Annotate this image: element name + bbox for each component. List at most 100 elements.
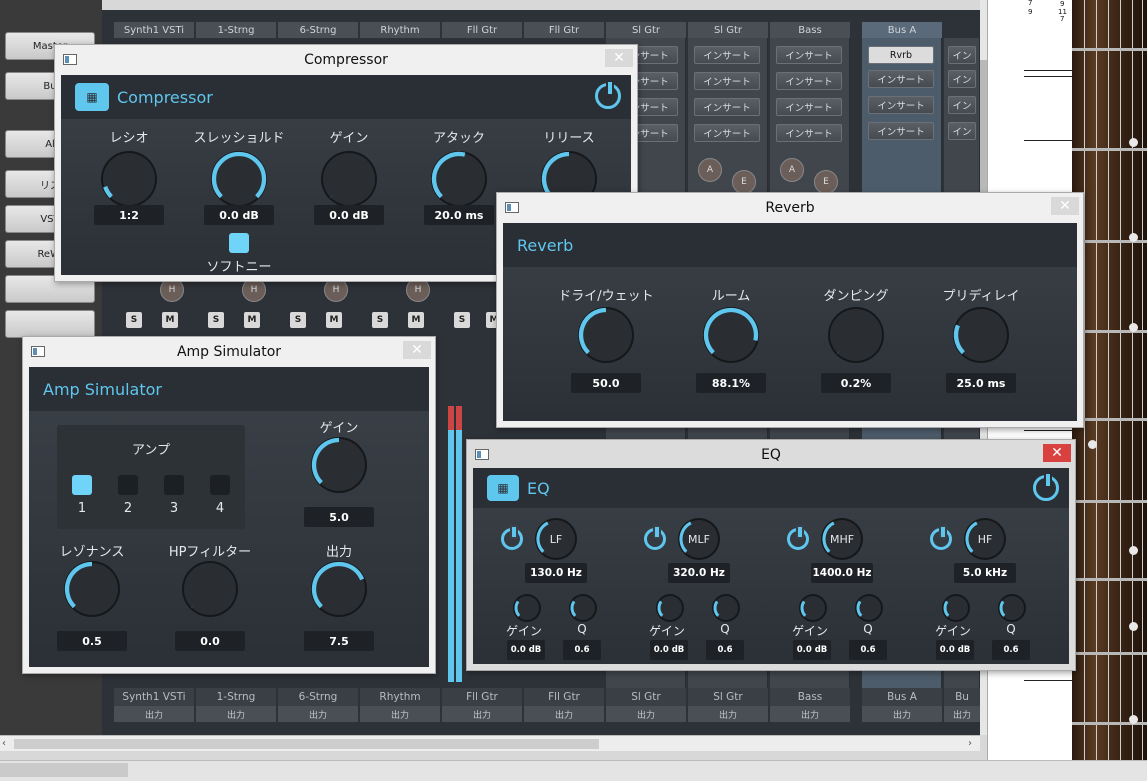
insert-slot[interactable]: イン: [948, 96, 976, 114]
send-a-button[interactable]: A: [780, 158, 804, 182]
horizontal-scrollbar[interactable]: ‹ ›: [0, 735, 980, 751]
insert-slot[interactable]: インサート: [868, 70, 934, 88]
channel-name[interactable]: 1-Strng: [196, 22, 276, 38]
mute-button[interactable]: M: [244, 312, 260, 328]
send-e-button[interactable]: E: [732, 170, 756, 194]
amp-button-2[interactable]: [118, 475, 138, 495]
knob-value: 88.1%: [696, 373, 766, 393]
band-q-knob[interactable]: [999, 596, 1024, 620]
close-icon[interactable]: ✕: [1051, 197, 1079, 215]
output-label[interactable]: 出力: [114, 706, 194, 722]
band-freq-knob[interactable]: HF: [965, 520, 1004, 558]
window-title[interactable]: Amp Simulator: [23, 337, 435, 367]
amp-button-1[interactable]: [72, 475, 92, 495]
band-power-icon[interactable]: [787, 525, 809, 550]
insert-slot[interactable]: インサート: [694, 124, 760, 142]
channel-name[interactable]: Sl Gtr: [606, 22, 686, 38]
insert-slot[interactable]: イン: [948, 122, 976, 140]
band-freq-knob[interactable]: MHF: [822, 520, 861, 558]
insert-slot[interactable]: インサート: [776, 46, 842, 64]
gain-knob[interactable]: [311, 437, 365, 491]
mute-button[interactable]: M: [162, 312, 178, 328]
power-icon[interactable]: [595, 80, 621, 109]
output-label[interactable]: 出力: [196, 706, 276, 722]
solo-button[interactable]: S: [372, 312, 388, 328]
insert-slot[interactable]: インサート: [694, 46, 760, 64]
send-a-button[interactable]: A: [698, 158, 722, 182]
sidebar-item-blank-2[interactable]: [5, 310, 95, 338]
close-icon[interactable]: ✕: [1043, 444, 1071, 462]
amp-knob[interactable]: [64, 561, 118, 615]
window-title[interactable]: Reverb: [497, 193, 1083, 223]
window-title[interactable]: EQ: [467, 440, 1075, 470]
channel-name[interactable]: Fll Gtr: [442, 22, 522, 38]
output-label[interactable]: 出力: [688, 706, 768, 722]
channel-name[interactable]: 6-Strng: [278, 22, 358, 38]
reverb-knob[interactable]: [953, 309, 1007, 361]
channel-name[interactable]: Bass: [770, 22, 850, 38]
band-power-icon[interactable]: [501, 525, 523, 550]
scroll-right-icon[interactable]: ›: [968, 738, 972, 749]
insert-slot[interactable]: インサート: [868, 122, 934, 140]
mute-button[interactable]: M: [326, 312, 342, 328]
solo-button[interactable]: S: [290, 312, 306, 328]
softknee-toggle[interactable]: [229, 233, 249, 253]
band-freq-knob[interactable]: LF: [536, 520, 575, 558]
insert-slot[interactable]: インサート: [776, 98, 842, 116]
output-label[interactable]: 出力: [360, 706, 440, 722]
reverb-knob[interactable]: [703, 307, 759, 361]
scroll-left-icon[interactable]: ‹: [2, 738, 6, 749]
band-gain-knob[interactable]: [514, 596, 539, 620]
amp-knob[interactable]: [184, 563, 236, 615]
solo-button[interactable]: S: [454, 312, 470, 328]
insert-slot[interactable]: イン: [948, 70, 976, 88]
channel-name[interactable]: Sl Gtr: [688, 22, 768, 38]
compressor-knob[interactable]: [103, 153, 155, 205]
output-label[interactable]: 出力: [606, 706, 686, 722]
insert-slot[interactable]: インサート: [776, 72, 842, 90]
channel-name[interactable]: Synth1 VSTi: [114, 22, 194, 38]
bus-insert-rvrb[interactable]: Rvrb: [868, 46, 934, 64]
output-label[interactable]: 出力: [862, 706, 942, 722]
solo-button[interactable]: S: [126, 312, 142, 328]
insert-slot[interactable]: インサート: [694, 72, 760, 90]
band-power-icon[interactable]: [930, 525, 952, 550]
mute-button[interactable]: M: [408, 312, 424, 328]
band-gain-knob[interactable]: [800, 596, 825, 620]
output-label[interactable]: 出力: [278, 706, 358, 722]
channel-footer: 1-Strng: [196, 688, 276, 706]
bus-name[interactable]: Bus A: [862, 22, 942, 38]
insert-slot[interactable]: インサート: [776, 124, 842, 142]
output-label[interactable]: 出力: [442, 706, 522, 722]
reverb-knob[interactable]: [830, 309, 882, 361]
send-e-button[interactable]: E: [814, 170, 838, 194]
close-icon[interactable]: ✕: [403, 341, 431, 359]
channel-name[interactable]: Rhythm: [360, 22, 440, 38]
close-icon[interactable]: ✕: [605, 49, 633, 67]
band-q-knob[interactable]: [713, 596, 738, 620]
reverb-knob[interactable]: [578, 307, 632, 361]
band-q-knob[interactable]: [570, 596, 595, 620]
amp-button-4[interactable]: [210, 475, 230, 495]
band-freq-knob[interactable]: MLF: [679, 520, 718, 558]
insert-slot[interactable]: インサート: [694, 98, 760, 116]
compressor-knob[interactable]: [211, 151, 267, 205]
compressor-knob[interactable]: [323, 153, 375, 205]
insert-slot[interactable]: インサート: [868, 96, 934, 114]
scroll-thumb[interactable]: [14, 739, 599, 749]
band-gain-knob[interactable]: [943, 596, 968, 620]
channel-name[interactable]: Fll Gtr: [524, 22, 604, 38]
window-title[interactable]: Compressor: [55, 45, 637, 75]
band-q-knob[interactable]: [856, 596, 881, 620]
amp-button-3[interactable]: [164, 475, 184, 495]
band-power-icon[interactable]: [644, 525, 666, 550]
output-label[interactable]: 出力: [770, 706, 850, 722]
output-label[interactable]: 出力: [944, 706, 980, 722]
output-label[interactable]: 出力: [524, 706, 604, 722]
compressor-knob[interactable]: [431, 151, 485, 205]
solo-button[interactable]: S: [208, 312, 224, 328]
amp-knob[interactable]: [311, 561, 365, 615]
band-gain-knob[interactable]: [657, 596, 682, 620]
power-icon[interactable]: [1033, 472, 1059, 501]
insert-slot[interactable]: イン: [948, 46, 976, 64]
